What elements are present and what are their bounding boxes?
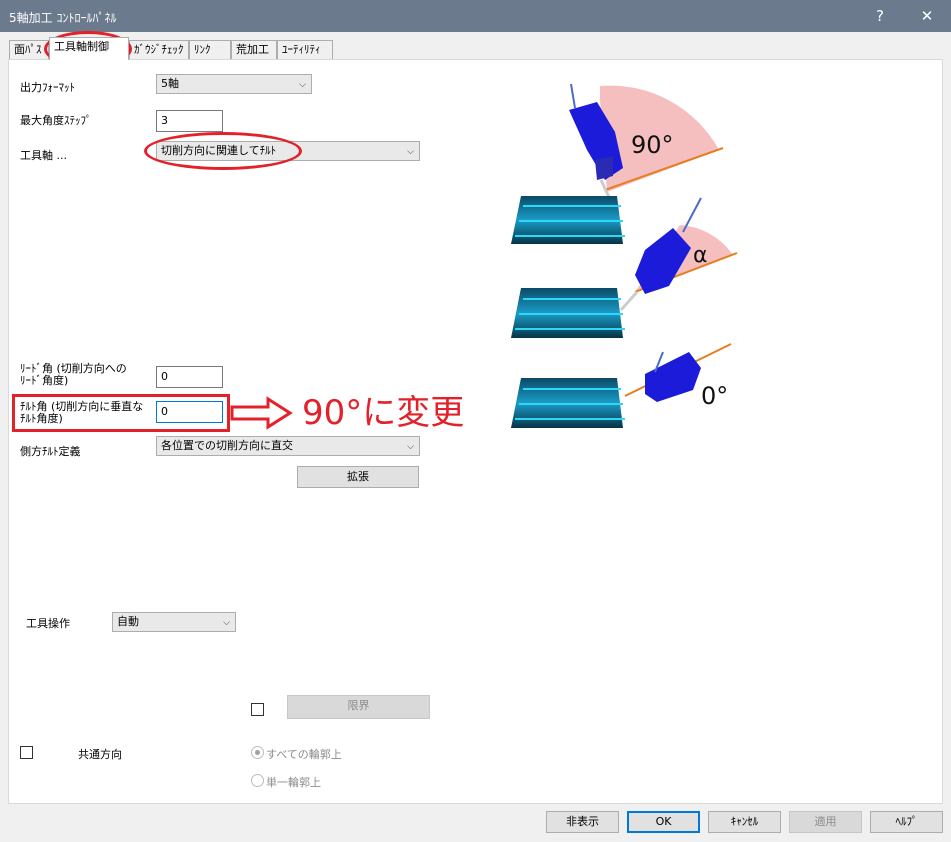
tab-utility[interactable]: ﾕｰﾃｨﾘﾃｨ bbox=[277, 40, 333, 59]
tab-tool-axis-control[interactable]: 工具軸制御 bbox=[49, 37, 129, 60]
output-format-value: 5軸 bbox=[161, 77, 179, 90]
radio-all-contours-label: すべての輪郭上 bbox=[266, 748, 342, 761]
limit-button[interactable]: 限界 bbox=[287, 695, 430, 719]
tool-operation-value: 自動 bbox=[117, 615, 139, 628]
close-button[interactable]: ✕ bbox=[905, 0, 949, 32]
tool-axis-label: 工具軸 ... bbox=[20, 149, 67, 162]
title-bar: 5軸加工 ｺﾝﾄﾛｰﾙﾊﾟﾈﾙ ? ✕ bbox=[0, 0, 951, 32]
radio-single-contour-label: 単一輪郭上 bbox=[266, 776, 321, 789]
tool-axis-value: 切削方向に関連してﾁﾙﾄ bbox=[161, 144, 277, 157]
radio-single-contour[interactable] bbox=[251, 774, 264, 787]
limit-checkbox[interactable] bbox=[251, 703, 264, 716]
tab-gouge-check[interactable]: ｶﾞｳｼﾞﾁｪｯｸ bbox=[129, 40, 189, 59]
common-direction-checkbox[interactable] bbox=[20, 746, 33, 759]
tool-operation-select[interactable]: 自動 ⌵ bbox=[112, 612, 236, 632]
hide-button[interactable]: 非表示 bbox=[546, 811, 619, 833]
apply-button[interactable]: 適用 bbox=[789, 811, 862, 833]
tab-roughing[interactable]: 荒加工 bbox=[231, 40, 277, 59]
max-angle-step-input[interactable]: 3 bbox=[156, 110, 223, 132]
tab-surface-path[interactable]: 面ﾊﾟｽ bbox=[9, 40, 49, 59]
max-angle-step-label: 最大角度ｽﾃｯﾌﾟ bbox=[20, 114, 92, 127]
chevron-down-icon: ⌵ bbox=[407, 442, 414, 452]
angle-label-alpha: α bbox=[693, 243, 708, 268]
tool-tilt-illustration: 90° α 0° bbox=[511, 83, 738, 428]
tab-panel bbox=[8, 59, 943, 804]
side-tilt-select[interactable]: 各位置での切削方向に直交 ⌵ bbox=[156, 436, 420, 456]
radio-all-contours[interactable] bbox=[251, 746, 264, 759]
tool-holder-bottom-icon bbox=[645, 351, 701, 402]
cancel-button[interactable]: ｷｬﾝｾﾙ bbox=[708, 811, 781, 833]
expand-button[interactable]: 拡張 bbox=[297, 466, 419, 488]
lead-angle-input[interactable]: 0 bbox=[156, 366, 223, 388]
ok-button[interactable]: OK bbox=[627, 811, 700, 833]
chevron-down-icon: ⌵ bbox=[223, 618, 230, 628]
help-button[interactable]: ? bbox=[858, 0, 902, 32]
tool-axis-select[interactable]: 切削方向に関連してﾁﾙﾄ ⌵ bbox=[156, 141, 420, 161]
tab-link[interactable]: ﾘﾝｸ bbox=[189, 40, 231, 59]
chevron-down-icon: ⌵ bbox=[407, 147, 414, 157]
window-title: 5軸加工 ｺﾝﾄﾛｰﾙﾊﾟﾈﾙ bbox=[9, 11, 117, 25]
side-tilt-value: 各位置での切削方向に直交 bbox=[161, 439, 293, 452]
annotation-text: 90°に変更 bbox=[302, 393, 465, 433]
common-direction-label: 共通方向 bbox=[78, 748, 122, 761]
chevron-down-icon: ⌵ bbox=[299, 80, 306, 90]
right-arrow-icon bbox=[230, 396, 293, 430]
lead-angle-label: ﾘｰﾄﾞ角 (切削方向への ﾘｰﾄﾞ角度) bbox=[20, 362, 127, 387]
side-tilt-label: 側方ﾁﾙﾄ定義 bbox=[20, 445, 81, 458]
tilt-angle-input[interactable]: 0 bbox=[156, 401, 223, 423]
output-format-label: 出力ﾌｫｰﾏｯﾄ bbox=[20, 81, 75, 94]
output-format-select[interactable]: 5軸 ⌵ bbox=[156, 74, 312, 94]
angle-label-0: 0° bbox=[701, 382, 728, 410]
tool-operation-label: 工具操作 bbox=[26, 617, 70, 630]
angle-label-90: 90° bbox=[631, 131, 674, 159]
help-footer-button[interactable]: ﾍﾙﾌﾟ bbox=[870, 811, 943, 833]
tilt-angle-label: ﾁﾙﾄ角 (切削方向に垂直な ﾁﾙﾄ角度) bbox=[20, 400, 144, 425]
